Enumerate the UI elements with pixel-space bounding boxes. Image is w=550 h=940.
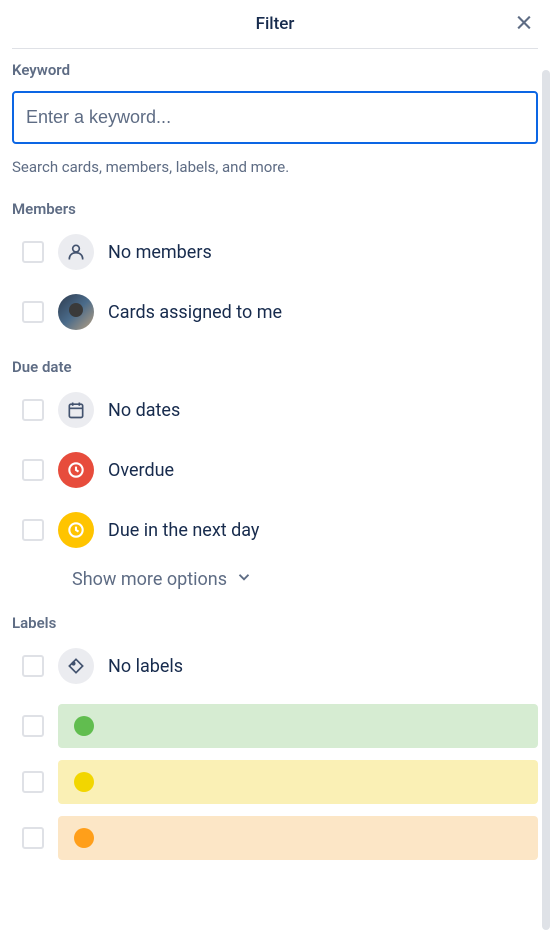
labels-label: Labels: [12, 614, 538, 632]
labels-section: Labels No labels: [12, 614, 538, 860]
show-more-options[interactable]: Show more options: [12, 568, 538, 590]
calendar-icon: [58, 392, 94, 428]
no-labels-label: No labels: [108, 656, 183, 677]
avatar: [58, 294, 94, 330]
checkbox-overdue[interactable]: [22, 459, 44, 481]
no-members-label: No members: [108, 242, 212, 263]
keyword-section: Keyword Search cards, members, labels, a…: [12, 61, 538, 176]
keyword-input[interactable]: [12, 91, 538, 144]
color-dot-yellow: [74, 772, 94, 792]
label-option-green[interactable]: [12, 704, 538, 748]
person-icon: [58, 234, 94, 270]
color-dot-orange: [74, 828, 94, 848]
due-option-next-day[interactable]: Due in the next day: [12, 508, 538, 552]
filter-title: Filter: [256, 14, 295, 34]
checkbox-green-label[interactable]: [22, 715, 44, 737]
due-date-label: Due date: [12, 358, 538, 376]
label-swatch-green[interactable]: [58, 704, 538, 748]
assigned-to-me-label: Cards assigned to me: [108, 302, 282, 323]
members-label: Members: [12, 200, 538, 218]
close-icon: [514, 13, 534, 36]
checkbox-next-day[interactable]: [22, 519, 44, 541]
close-button[interactable]: [510, 9, 538, 40]
overdue-label: Overdue: [108, 460, 174, 481]
checkbox-no-labels[interactable]: [22, 655, 44, 677]
checkbox-yellow-label[interactable]: [22, 771, 44, 793]
show-more-label: Show more options: [72, 569, 227, 590]
keyword-label: Keyword: [12, 61, 538, 79]
label-option-yellow[interactable]: [12, 760, 538, 804]
label-swatch-orange[interactable]: [58, 816, 538, 860]
color-dot-green: [74, 716, 94, 736]
label-swatch-yellow[interactable]: [58, 760, 538, 804]
checkbox-no-dates[interactable]: [22, 399, 44, 421]
label-option-orange[interactable]: [12, 816, 538, 860]
tag-icon: [58, 648, 94, 684]
due-option-no-dates[interactable]: No dates: [12, 388, 538, 432]
filter-content: Keyword Search cards, members, labels, a…: [0, 49, 550, 933]
due-date-section: Due date No dates Overdue: [12, 358, 538, 590]
chevron-down-icon: [235, 568, 253, 590]
due-option-overdue[interactable]: Overdue: [12, 448, 538, 492]
next-day-label: Due in the next day: [108, 520, 259, 541]
checkbox-no-members[interactable]: [22, 241, 44, 263]
checkbox-assigned-to-me[interactable]: [22, 301, 44, 323]
member-option-no-members[interactable]: No members: [12, 230, 538, 274]
clock-icon: [58, 452, 94, 488]
member-option-assigned-to-me[interactable]: Cards assigned to me: [12, 290, 538, 334]
clock-icon: [58, 512, 94, 548]
scrollbar[interactable]: [542, 70, 550, 930]
checkbox-orange-label[interactable]: [22, 827, 44, 849]
no-dates-label: No dates: [108, 400, 180, 421]
members-section: Members No members Cards assigned to me: [12, 200, 538, 334]
keyword-help-text: Search cards, members, labels, and more.: [12, 158, 538, 176]
filter-header: Filter: [12, 0, 538, 49]
label-option-no-labels[interactable]: No labels: [12, 644, 538, 688]
